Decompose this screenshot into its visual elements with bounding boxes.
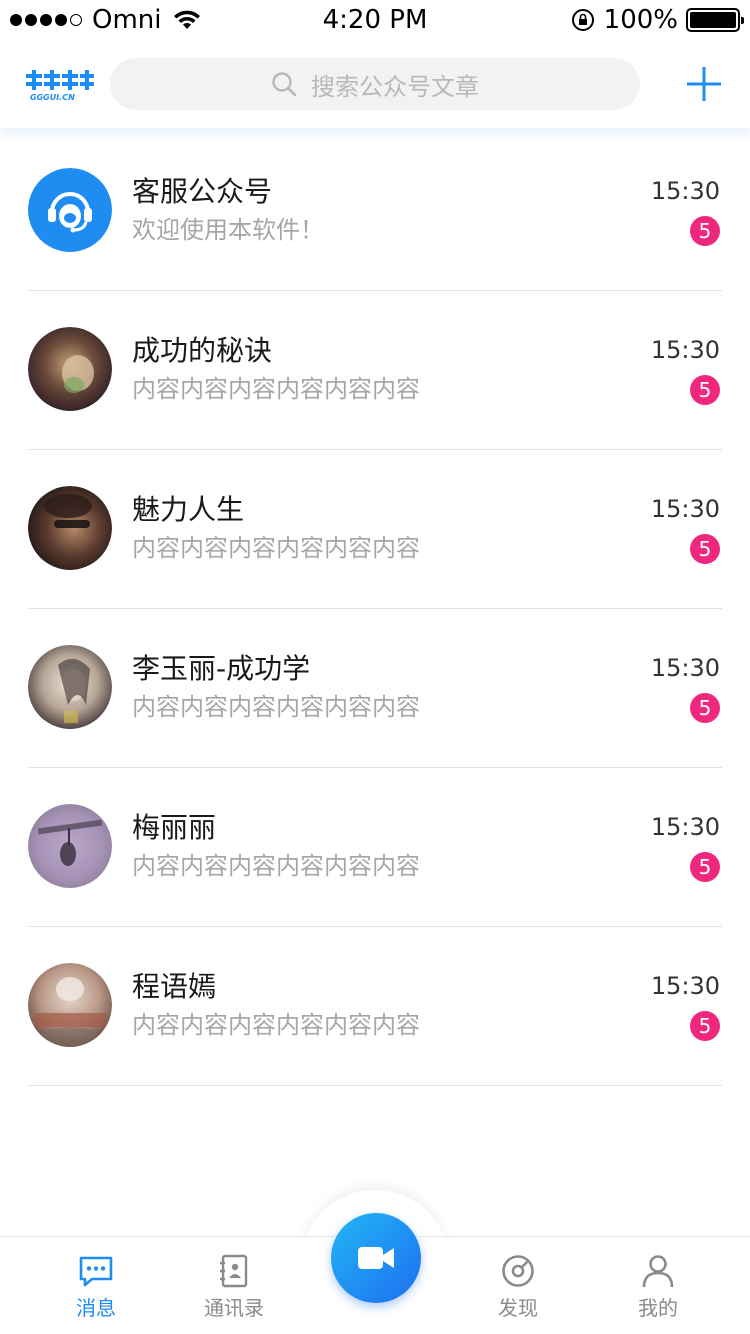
profile-icon xyxy=(642,1255,674,1288)
search-icon xyxy=(272,72,297,97)
headset-icon xyxy=(28,168,112,252)
contact-name: 程语嫣 xyxy=(132,970,217,1003)
app-header: GGGUI.CN 搜索公众号文章 xyxy=(0,40,750,128)
contact-name: 李玉丽-成功学 xyxy=(132,652,311,685)
contact-name: 客服公众号 xyxy=(132,175,273,208)
battery-percent: 100% xyxy=(603,5,678,35)
video-call-button[interactable] xyxy=(331,1213,421,1303)
tab-label: 通讯录 xyxy=(204,1296,264,1320)
user-avatar xyxy=(28,645,112,729)
message-item[interactable]: 程语嫣 内容内容内容内容内容内容 15:30 5 xyxy=(0,927,750,1086)
message-item[interactable]: 客服公众号 欢迎使用本软件！ 15:30 5 xyxy=(0,132,750,291)
support-avatar xyxy=(28,168,112,252)
user-avatar xyxy=(28,486,112,570)
unread-badge: 5 xyxy=(690,216,720,246)
unread-badge: 5 xyxy=(690,534,720,564)
status-bar: Omni 4:20 PM 100% xyxy=(0,0,750,40)
add-button[interactable] xyxy=(686,66,722,102)
contact-name: 魅力人生 xyxy=(132,493,245,526)
user-avatar xyxy=(28,963,112,1047)
tab-label: 消息 xyxy=(76,1296,116,1320)
tab-contacts[interactable]: 通讯录 xyxy=(174,1237,294,1334)
video-icon xyxy=(358,1247,394,1269)
user-avatar xyxy=(28,804,112,888)
contact-name: 梅丽丽 xyxy=(132,811,217,844)
message-list: 客服公众号 欢迎使用本软件！ 15:30 5 成功的秘诀 内容内容内容内容内容内… xyxy=(0,132,750,1086)
message-time: 15:30 xyxy=(650,972,720,1000)
message-preview: 内容内容内容内容内容内容 xyxy=(132,693,420,721)
message-time: 15:30 xyxy=(650,654,720,682)
message-time: 15:30 xyxy=(650,336,720,364)
unread-badge: 5 xyxy=(690,852,720,882)
search-placeholder: 搜索公众号文章 xyxy=(311,72,479,101)
tab-label: 我的 xyxy=(638,1296,678,1320)
message-preview: 欢迎使用本软件！ xyxy=(132,216,324,244)
user-avatar xyxy=(28,327,112,411)
message-item[interactable]: 魅力人生 内容内容内容内容内容内容 15:30 5 xyxy=(0,450,750,609)
battery-icon xyxy=(686,8,744,32)
logo-text: GGGUI.CN xyxy=(30,93,75,102)
message-item[interactable]: 李玉丽-成功学 内容内容内容内容内容内容 15:30 5 xyxy=(0,609,750,768)
tab-label: 发现 xyxy=(498,1296,538,1320)
message-preview: 内容内容内容内容内容内容 xyxy=(132,534,420,562)
message-preview: 内容内容内容内容内容内容 xyxy=(132,1011,420,1039)
contacts-icon xyxy=(220,1254,248,1288)
app-logo[interactable]: GGGUI.CN xyxy=(26,68,96,104)
rotation-lock-icon xyxy=(571,9,594,31)
chat-icon xyxy=(79,1256,113,1287)
unread-badge: 5 xyxy=(690,375,720,405)
discover-icon xyxy=(502,1255,534,1287)
message-item[interactable]: 梅丽丽 内容内容内容内容内容内容 15:30 5 xyxy=(0,768,750,927)
message-item[interactable]: 成功的秘诀 内容内容内容内容内容内容 15:30 5 xyxy=(0,291,750,450)
unread-badge: 5 xyxy=(690,693,720,723)
logo-mark-icon: GGGUI.CN xyxy=(26,70,94,102)
message-time: 15:30 xyxy=(650,177,720,205)
contact-name: 成功的秘诀 xyxy=(132,334,273,367)
message-time: 15:30 xyxy=(650,813,720,841)
tab-messages[interactable]: 消息 xyxy=(36,1237,156,1334)
tab-discover[interactable]: 发现 xyxy=(458,1237,578,1334)
unread-badge: 5 xyxy=(690,1011,720,1041)
divider xyxy=(28,1085,722,1086)
message-time: 15:30 xyxy=(650,495,720,523)
tab-profile[interactable]: 我的 xyxy=(598,1237,718,1334)
message-preview: 内容内容内容内容内容内容 xyxy=(132,375,420,403)
search-bar[interactable]: 搜索公众号文章 xyxy=(110,58,640,110)
message-preview: 内容内容内容内容内容内容 xyxy=(132,852,420,880)
status-right: 100% xyxy=(570,4,744,36)
